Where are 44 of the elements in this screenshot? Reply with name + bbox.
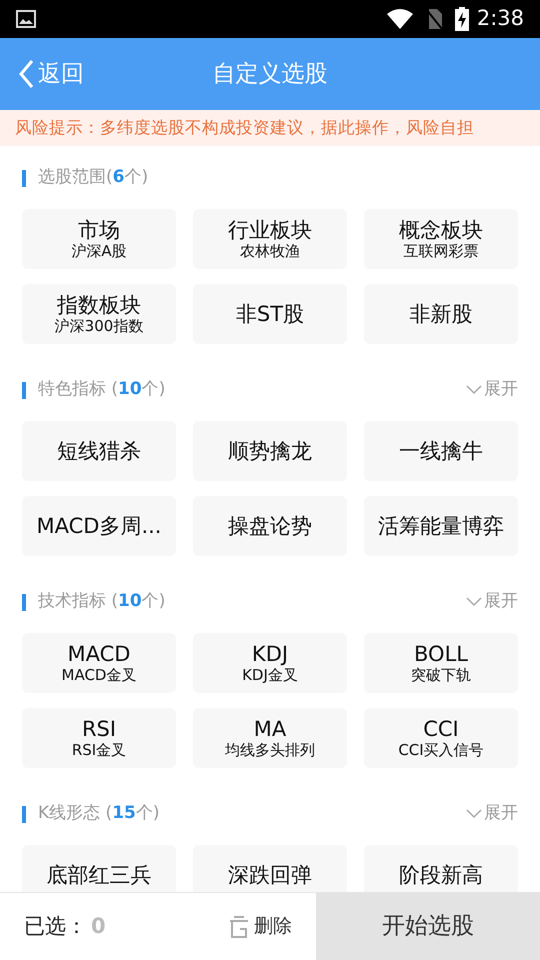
option-tile[interactable]: 活筹能量博弈 (364, 496, 518, 556)
option-tile[interactable]: 底部红三兵 (22, 845, 176, 892)
option-tile[interactable]: 阶段新高 (364, 845, 518, 892)
page-title: 自定义选股 (212, 60, 328, 89)
option-tile[interactable]: 概念板块 互联网彩票 (364, 209, 518, 269)
trash-icon (228, 916, 250, 938)
option-tile[interactable]: 深跌回弹 (193, 845, 347, 892)
wifi-icon (386, 9, 413, 29)
section-title: 特色指标 (10个) (38, 378, 166, 402)
section-title: 选股范围(6个) (38, 166, 148, 190)
option-tile[interactable]: 一线擒牛 (364, 421, 518, 481)
option-tile[interactable]: 操盘论势 (193, 496, 347, 556)
section-title: 技术指标 (10个) (38, 590, 166, 614)
option-tile[interactable]: RSI RSI金叉 (22, 708, 176, 768)
start-button[interactable]: 开始选股 (316, 893, 540, 960)
selected-count: 0 (91, 912, 106, 940)
option-tile[interactable]: MACD多周... (22, 496, 176, 556)
clock: 2:38 (476, 5, 524, 32)
option-tile[interactable]: KDJ KDJ金叉 (193, 633, 347, 693)
chevron-icon (466, 809, 482, 819)
option-tile[interactable]: 非新股 (364, 284, 518, 344)
battery-charging-icon (454, 7, 469, 31)
option-tile[interactable]: 指数板块 沪深300指数 (22, 284, 176, 344)
option-tile[interactable]: 顺势擒龙 (193, 421, 347, 481)
option-tile[interactable]: 非ST股 (193, 284, 347, 344)
option-tile[interactable]: MACD MACD金叉 (22, 633, 176, 693)
option-tile[interactable]: MA 均线多头排列 (193, 708, 347, 768)
option-tile[interactable]: 市场 沪深A股 (22, 209, 176, 269)
section-marker (22, 382, 26, 398)
back-chevron-icon (18, 59, 34, 89)
risk-notice: 风险提示：多纬度选股不构成投资建议，据此操作，风险自担 (0, 110, 540, 146)
image-icon (16, 10, 36, 28)
option-tile[interactable]: BOLL 突破下轨 (364, 633, 518, 693)
section-title: K线形态 (15个) (38, 802, 160, 826)
section-marker (22, 170, 26, 186)
section-marker (22, 594, 26, 610)
selected-label: 已选： (24, 912, 87, 940)
option-tile[interactable]: CCI CCI买入信号 (364, 708, 518, 768)
delete-button[interactable]: 删除 (228, 912, 292, 941)
chevron-icon (466, 597, 482, 607)
option-tile[interactable]: 短线猎杀 (22, 421, 176, 481)
option-tile[interactable]: 行业板块 农林牧渔 (193, 209, 347, 269)
chevron-icon (466, 385, 482, 395)
section-marker (22, 806, 26, 822)
